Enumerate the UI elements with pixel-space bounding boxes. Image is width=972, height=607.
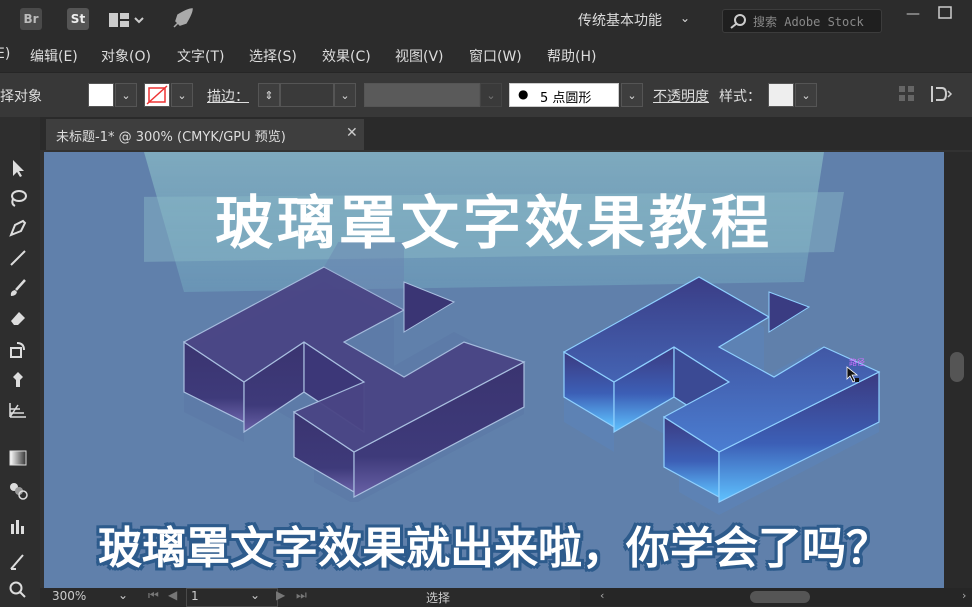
application-bar: Br St 传统基本功能 ⌄ 搜索 Adobe Stock — bbox=[0, 0, 972, 40]
fill-dropdown[interactable]: ⌄ bbox=[115, 83, 137, 107]
status-bar: 300% ⌄ ⏮ ◀ 1 ⌄ ▶ ⏭ 选择 ‹ › bbox=[40, 588, 972, 607]
panel-menu-icon[interactable] bbox=[930, 84, 954, 108]
paintbrush-tool-icon[interactable] bbox=[4, 275, 32, 301]
first-artboard-icon[interactable]: ⏮ bbox=[148, 588, 159, 603]
artboard-number: 1 bbox=[191, 589, 199, 603]
control-bar: 择对象 ⌄ ⌄ 描边： ⇕ ⌄ ⌄ ● 5 点圆形 ⌄ 不透明度 样式： ⌄ bbox=[0, 72, 972, 118]
menu-view[interactable]: 视图(V) bbox=[395, 46, 444, 66]
horizontal-scroll-thumb[interactable] bbox=[750, 591, 810, 603]
selection-label: 择对象 bbox=[0, 89, 42, 105]
menu-help[interactable]: 帮助(H) bbox=[547, 46, 596, 66]
scroll-left-icon[interactable]: ‹ bbox=[600, 589, 604, 602]
line-tool-icon[interactable] bbox=[4, 245, 32, 271]
menu-file[interactable]: E) bbox=[0, 46, 10, 62]
lasso-tool-icon[interactable] bbox=[4, 185, 32, 211]
previous-artboard-icon[interactable]: ◀ bbox=[168, 588, 177, 602]
stroke-weight-dropdown[interactable]: ⌄ bbox=[334, 83, 356, 107]
style-label: 样式： bbox=[719, 89, 761, 105]
stroke-weight-field[interactable] bbox=[280, 83, 334, 107]
vertical-scroll-thumb[interactable] bbox=[950, 352, 964, 382]
menu-edit[interactable]: 编辑(E) bbox=[30, 46, 78, 66]
stock-icon[interactable]: St bbox=[67, 8, 89, 30]
rotate-tool-icon[interactable] bbox=[4, 337, 32, 363]
document-tab[interactable]: 未标题-1* @ 300% (CMYK/GPU 预览) ✕ bbox=[46, 119, 364, 150]
artboard-dropdown-icon[interactable]: ⌄ bbox=[250, 588, 260, 602]
arrange-documents-icon[interactable] bbox=[108, 10, 144, 34]
blend-tool-icon[interactable] bbox=[4, 477, 32, 503]
menu-object[interactable]: 对象(O) bbox=[101, 46, 151, 66]
letter-h-glow bbox=[562, 276, 881, 515]
zoom-dropdown-icon[interactable]: ⌄ bbox=[118, 588, 128, 602]
opacity-label[interactable]: 不透明度 bbox=[653, 86, 709, 106]
document-tab-bar: 未标题-1* @ 300% (CMYK/GPU 预览) ✕ bbox=[40, 117, 972, 150]
caption-subtitle: 玻璃罩文字效果就出来啦，你学会了吗？ bbox=[98, 523, 890, 574]
menu-effect[interactable]: 效果(C) bbox=[322, 46, 371, 66]
search-icon bbox=[729, 13, 749, 33]
stroke-label[interactable]: 描边： bbox=[207, 86, 249, 106]
puppet-warp-tool-icon[interactable] bbox=[4, 367, 32, 393]
selection-tool-icon[interactable] bbox=[4, 155, 32, 181]
artboard-canvas[interactable]: 路径 玻璃罩文字效果教程 玻璃罩文字效果就出来啦，你学会了吗？ bbox=[44, 152, 944, 588]
vertical-scrollbar[interactable] bbox=[944, 152, 972, 588]
close-icon[interactable]: ✕ bbox=[346, 125, 358, 141]
perspective-grid-tool-icon[interactable] bbox=[4, 397, 32, 423]
document-tab-title: 未标题-1* @ 300% (CMYK/GPU 预览) bbox=[56, 130, 286, 145]
menu-select[interactable]: 选择(S) bbox=[249, 46, 297, 66]
workspace-switcher[interactable]: 传统基本功能 bbox=[578, 10, 662, 30]
gradient-tool-icon[interactable] bbox=[4, 445, 32, 471]
stroke-dropdown[interactable]: ⌄ bbox=[171, 83, 193, 107]
brush-dropdown[interactable]: ⌄ bbox=[621, 83, 643, 107]
search-input[interactable]: 搜索 Adobe Stock bbox=[753, 13, 864, 30]
current-tool-status: 选择 bbox=[426, 591, 451, 605]
brush-definition-field[interactable]: ● 5 点圆形 bbox=[509, 83, 619, 107]
horizontal-scrollbar[interactable]: ‹ › bbox=[580, 588, 972, 606]
style-dropdown[interactable]: ⌄ bbox=[795, 83, 817, 107]
last-artboard-icon[interactable]: ⏭ bbox=[296, 588, 307, 603]
cover-title-text: 玻璃罩文字效果教程 bbox=[214, 189, 773, 257]
graphic-style-swatch[interactable] bbox=[768, 83, 794, 107]
zoom-tool-icon[interactable] bbox=[4, 577, 32, 603]
eraser-tool-icon[interactable] bbox=[4, 305, 32, 331]
variable-width-profile[interactable] bbox=[364, 83, 480, 107]
bridge-icon[interactable]: Br bbox=[20, 8, 42, 30]
gpu-rocket-icon[interactable] bbox=[170, 7, 194, 35]
stroke-swatch[interactable] bbox=[144, 83, 170, 107]
menu-bar: E) 编辑(E) 对象(O) 文字(T) 选择(S) 效果(C) 视图(V) 窗… bbox=[0, 40, 972, 72]
align-icon[interactable] bbox=[898, 85, 916, 107]
column-graph-tool-icon[interactable] bbox=[4, 513, 32, 539]
cursor-arrow-icon bbox=[846, 366, 860, 388]
next-artboard-icon[interactable]: ▶ bbox=[276, 588, 285, 602]
tools-panel bbox=[0, 117, 40, 607]
chevron-down-icon[interactable]: ⌄ bbox=[680, 11, 690, 25]
fill-swatch[interactable] bbox=[88, 83, 114, 107]
adobe-stock-search[interactable]: 搜索 Adobe Stock bbox=[722, 9, 882, 33]
stock-label: St bbox=[70, 12, 86, 26]
slice-tool-icon[interactable] bbox=[4, 549, 32, 575]
menu-type[interactable]: 文字(T) bbox=[177, 46, 224, 66]
artboard-number-field[interactable]: 1 bbox=[186, 588, 278, 607]
zoom-level[interactable]: 300% bbox=[52, 589, 86, 603]
menu-window[interactable]: 窗口(W) bbox=[469, 46, 522, 66]
bridge-label: Br bbox=[23, 12, 39, 26]
bullet-icon: ● bbox=[518, 87, 529, 101]
letter-h-dark bbox=[182, 242, 526, 502]
brush-label: 5 点圆形 bbox=[540, 91, 592, 106]
scroll-right-icon[interactable]: › bbox=[962, 589, 966, 602]
pen-tool-icon[interactable] bbox=[4, 215, 32, 241]
stroke-weight-stepper[interactable]: ⇕ bbox=[258, 83, 280, 107]
maximize-icon[interactable] bbox=[938, 6, 952, 24]
profile-dropdown[interactable]: ⌄ bbox=[480, 83, 502, 107]
minimize-icon[interactable]: — bbox=[906, 6, 920, 22]
